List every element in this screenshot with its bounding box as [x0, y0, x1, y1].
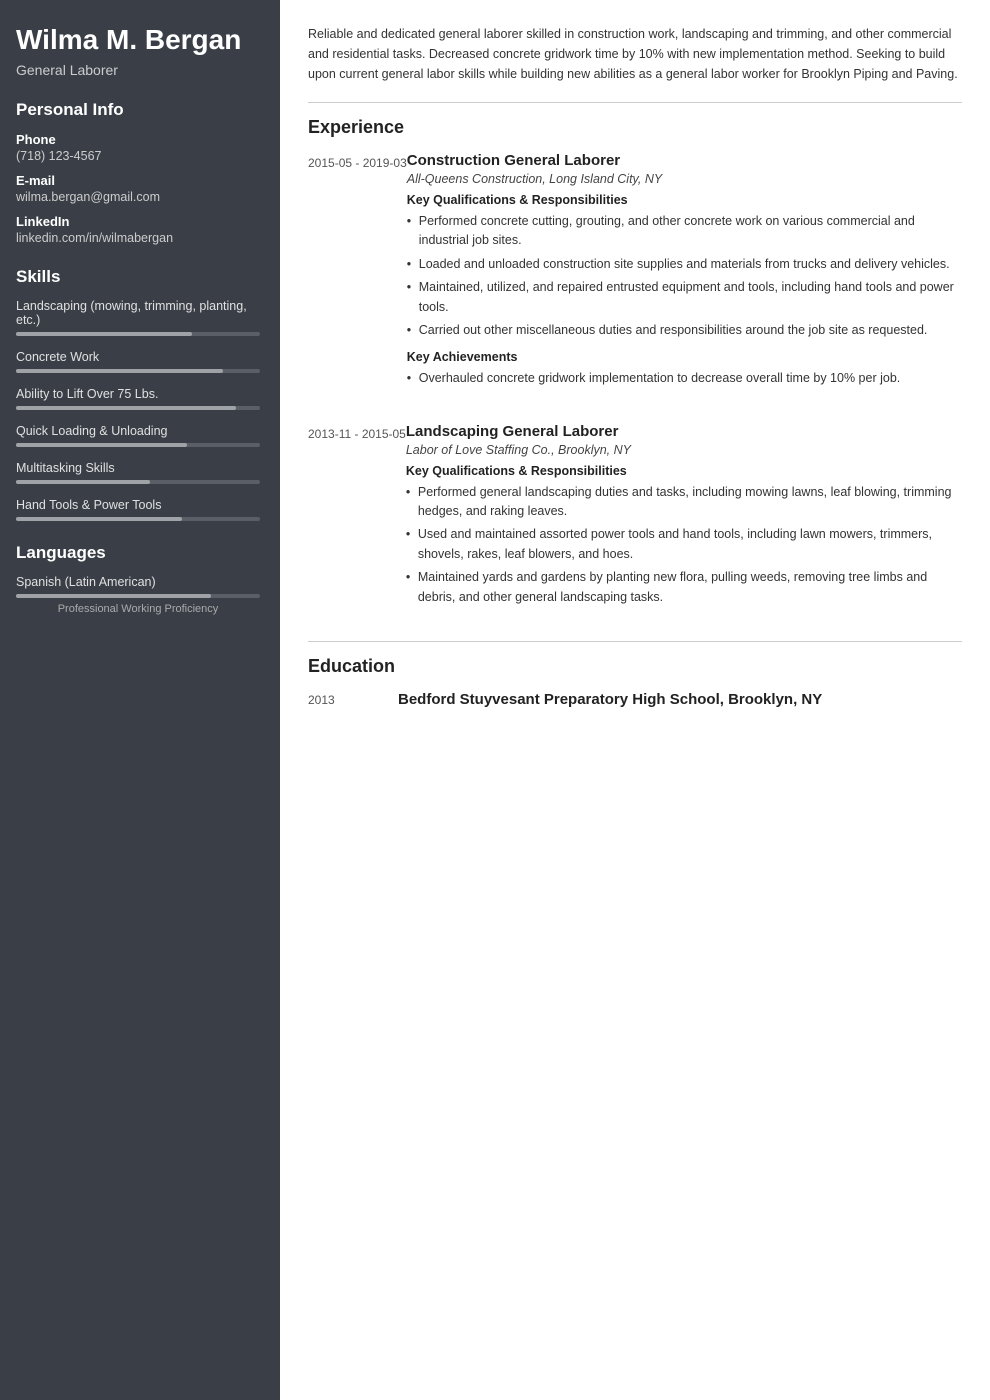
skill-name: Landscaping (mowing, trimming, planting,…: [16, 299, 260, 327]
language-proficiency: Professional Working Proficiency: [16, 603, 260, 615]
job-title: Landscaping General Laborer: [406, 423, 962, 440]
education-section-title: Education: [308, 656, 962, 677]
email-label: E-mail: [16, 173, 260, 188]
qualifications-title: Key Qualifications & Responsibilities: [406, 464, 962, 478]
skills-section-title: Skills: [16, 267, 260, 287]
experience-section-title: Experience: [308, 117, 962, 138]
languages-section-title: Languages: [16, 543, 260, 563]
language-name: Spanish (Latin American): [16, 575, 260, 589]
list-item: Performed general landscaping duties and…: [406, 483, 962, 522]
list-item: Overhauled concrete gridwork implementat…: [407, 369, 962, 388]
language-bar-fill: [16, 594, 211, 598]
summary-text: Reliable and dedicated general laborer s…: [308, 24, 962, 84]
experience-date: 2013-11 - 2015-05: [308, 423, 406, 617]
skills-list: Landscaping (mowing, trimming, planting,…: [16, 299, 260, 521]
linkedin-label: LinkedIn: [16, 214, 260, 229]
qualifications-list: Performed general landscaping duties and…: [406, 483, 962, 607]
skill-bar-fill: [16, 480, 150, 484]
phone-value: (718) 123-4567: [16, 149, 260, 163]
candidate-title: General Laborer: [16, 62, 260, 78]
sidebar: Wilma M. Bergan General Laborer Personal…: [0, 0, 280, 1400]
experience-list: 2015-05 - 2019-03 Construction General L…: [308, 152, 962, 617]
list-item: Maintained, utilized, and repaired entru…: [407, 278, 962, 317]
experience-content: Construction General Laborer All-Queens …: [407, 152, 962, 399]
skill-bar-background: [16, 517, 260, 521]
skill-item: Concrete Work: [16, 350, 260, 373]
language-bar-background: [16, 594, 260, 598]
experience-divider: [308, 102, 962, 103]
skill-bar-background: [16, 332, 260, 336]
education-item: 2013 Bedford Stuyvesant Preparatory High…: [308, 691, 962, 708]
qualifications-list: Performed concrete cutting, grouting, an…: [407, 212, 962, 340]
education-list: 2013 Bedford Stuyvesant Preparatory High…: [308, 691, 962, 708]
skill-bar-background: [16, 480, 260, 484]
linkedin-value: linkedin.com/in/wilmabergan: [16, 231, 260, 245]
skill-bar-fill: [16, 406, 236, 410]
skill-bar-fill: [16, 332, 192, 336]
school-name: Bedford Stuyvesant Preparatory High Scho…: [398, 691, 962, 708]
skill-bar-background: [16, 369, 260, 373]
experience-item: 2013-11 - 2015-05 Landscaping General La…: [308, 423, 962, 617]
education-date: 2013: [308, 691, 398, 708]
experience-content: Landscaping General Laborer Labor of Lov…: [406, 423, 962, 617]
skill-item: Ability to Lift Over 75 Lbs.: [16, 387, 260, 410]
skill-name: Quick Loading & Unloading: [16, 424, 260, 438]
phone-label: Phone: [16, 132, 260, 147]
candidate-name: Wilma M. Bergan: [16, 24, 260, 56]
list-item: Performed concrete cutting, grouting, an…: [407, 212, 962, 251]
skill-item: Landscaping (mowing, trimming, planting,…: [16, 299, 260, 336]
main-content: Reliable and dedicated general laborer s…: [280, 0, 990, 1400]
company-name: All-Queens Construction, Long Island Cit…: [407, 172, 962, 186]
list-item: Used and maintained assorted power tools…: [406, 525, 962, 564]
list-item: Carried out other miscellaneous duties a…: [407, 321, 962, 340]
list-item: Loaded and unloaded construction site su…: [407, 255, 962, 274]
skill-bar-background: [16, 406, 260, 410]
education-content: Bedford Stuyvesant Preparatory High Scho…: [398, 691, 962, 708]
skill-name: Concrete Work: [16, 350, 260, 364]
skill-name: Ability to Lift Over 75 Lbs.: [16, 387, 260, 401]
experience-item: 2015-05 - 2019-03 Construction General L…: [308, 152, 962, 399]
qualifications-title: Key Qualifications & Responsibilities: [407, 193, 962, 207]
job-title: Construction General Laborer: [407, 152, 962, 169]
personal-info-section-title: Personal Info: [16, 100, 260, 120]
email-value: wilma.bergan@gmail.com: [16, 190, 260, 204]
achievements-title: Key Achievements: [407, 350, 962, 364]
education-divider: [308, 641, 962, 642]
skill-item: Hand Tools & Power Tools: [16, 498, 260, 521]
achievements-list: Overhauled concrete gridwork implementat…: [407, 369, 962, 388]
experience-date: 2015-05 - 2019-03: [308, 152, 407, 399]
languages-list: Spanish (Latin American) Professional Wo…: [16, 575, 260, 615]
skill-name: Multitasking Skills: [16, 461, 260, 475]
language-item: Spanish (Latin American) Professional Wo…: [16, 575, 260, 615]
skill-name: Hand Tools & Power Tools: [16, 498, 260, 512]
skill-bar-fill: [16, 369, 223, 373]
skill-item: Quick Loading & Unloading: [16, 424, 260, 447]
company-name: Labor of Love Staffing Co., Brooklyn, NY: [406, 443, 962, 457]
list-item: Maintained yards and gardens by planting…: [406, 568, 962, 607]
skill-bar-fill: [16, 443, 187, 447]
skill-item: Multitasking Skills: [16, 461, 260, 484]
skill-bar-fill: [16, 517, 182, 521]
skill-bar-background: [16, 443, 260, 447]
